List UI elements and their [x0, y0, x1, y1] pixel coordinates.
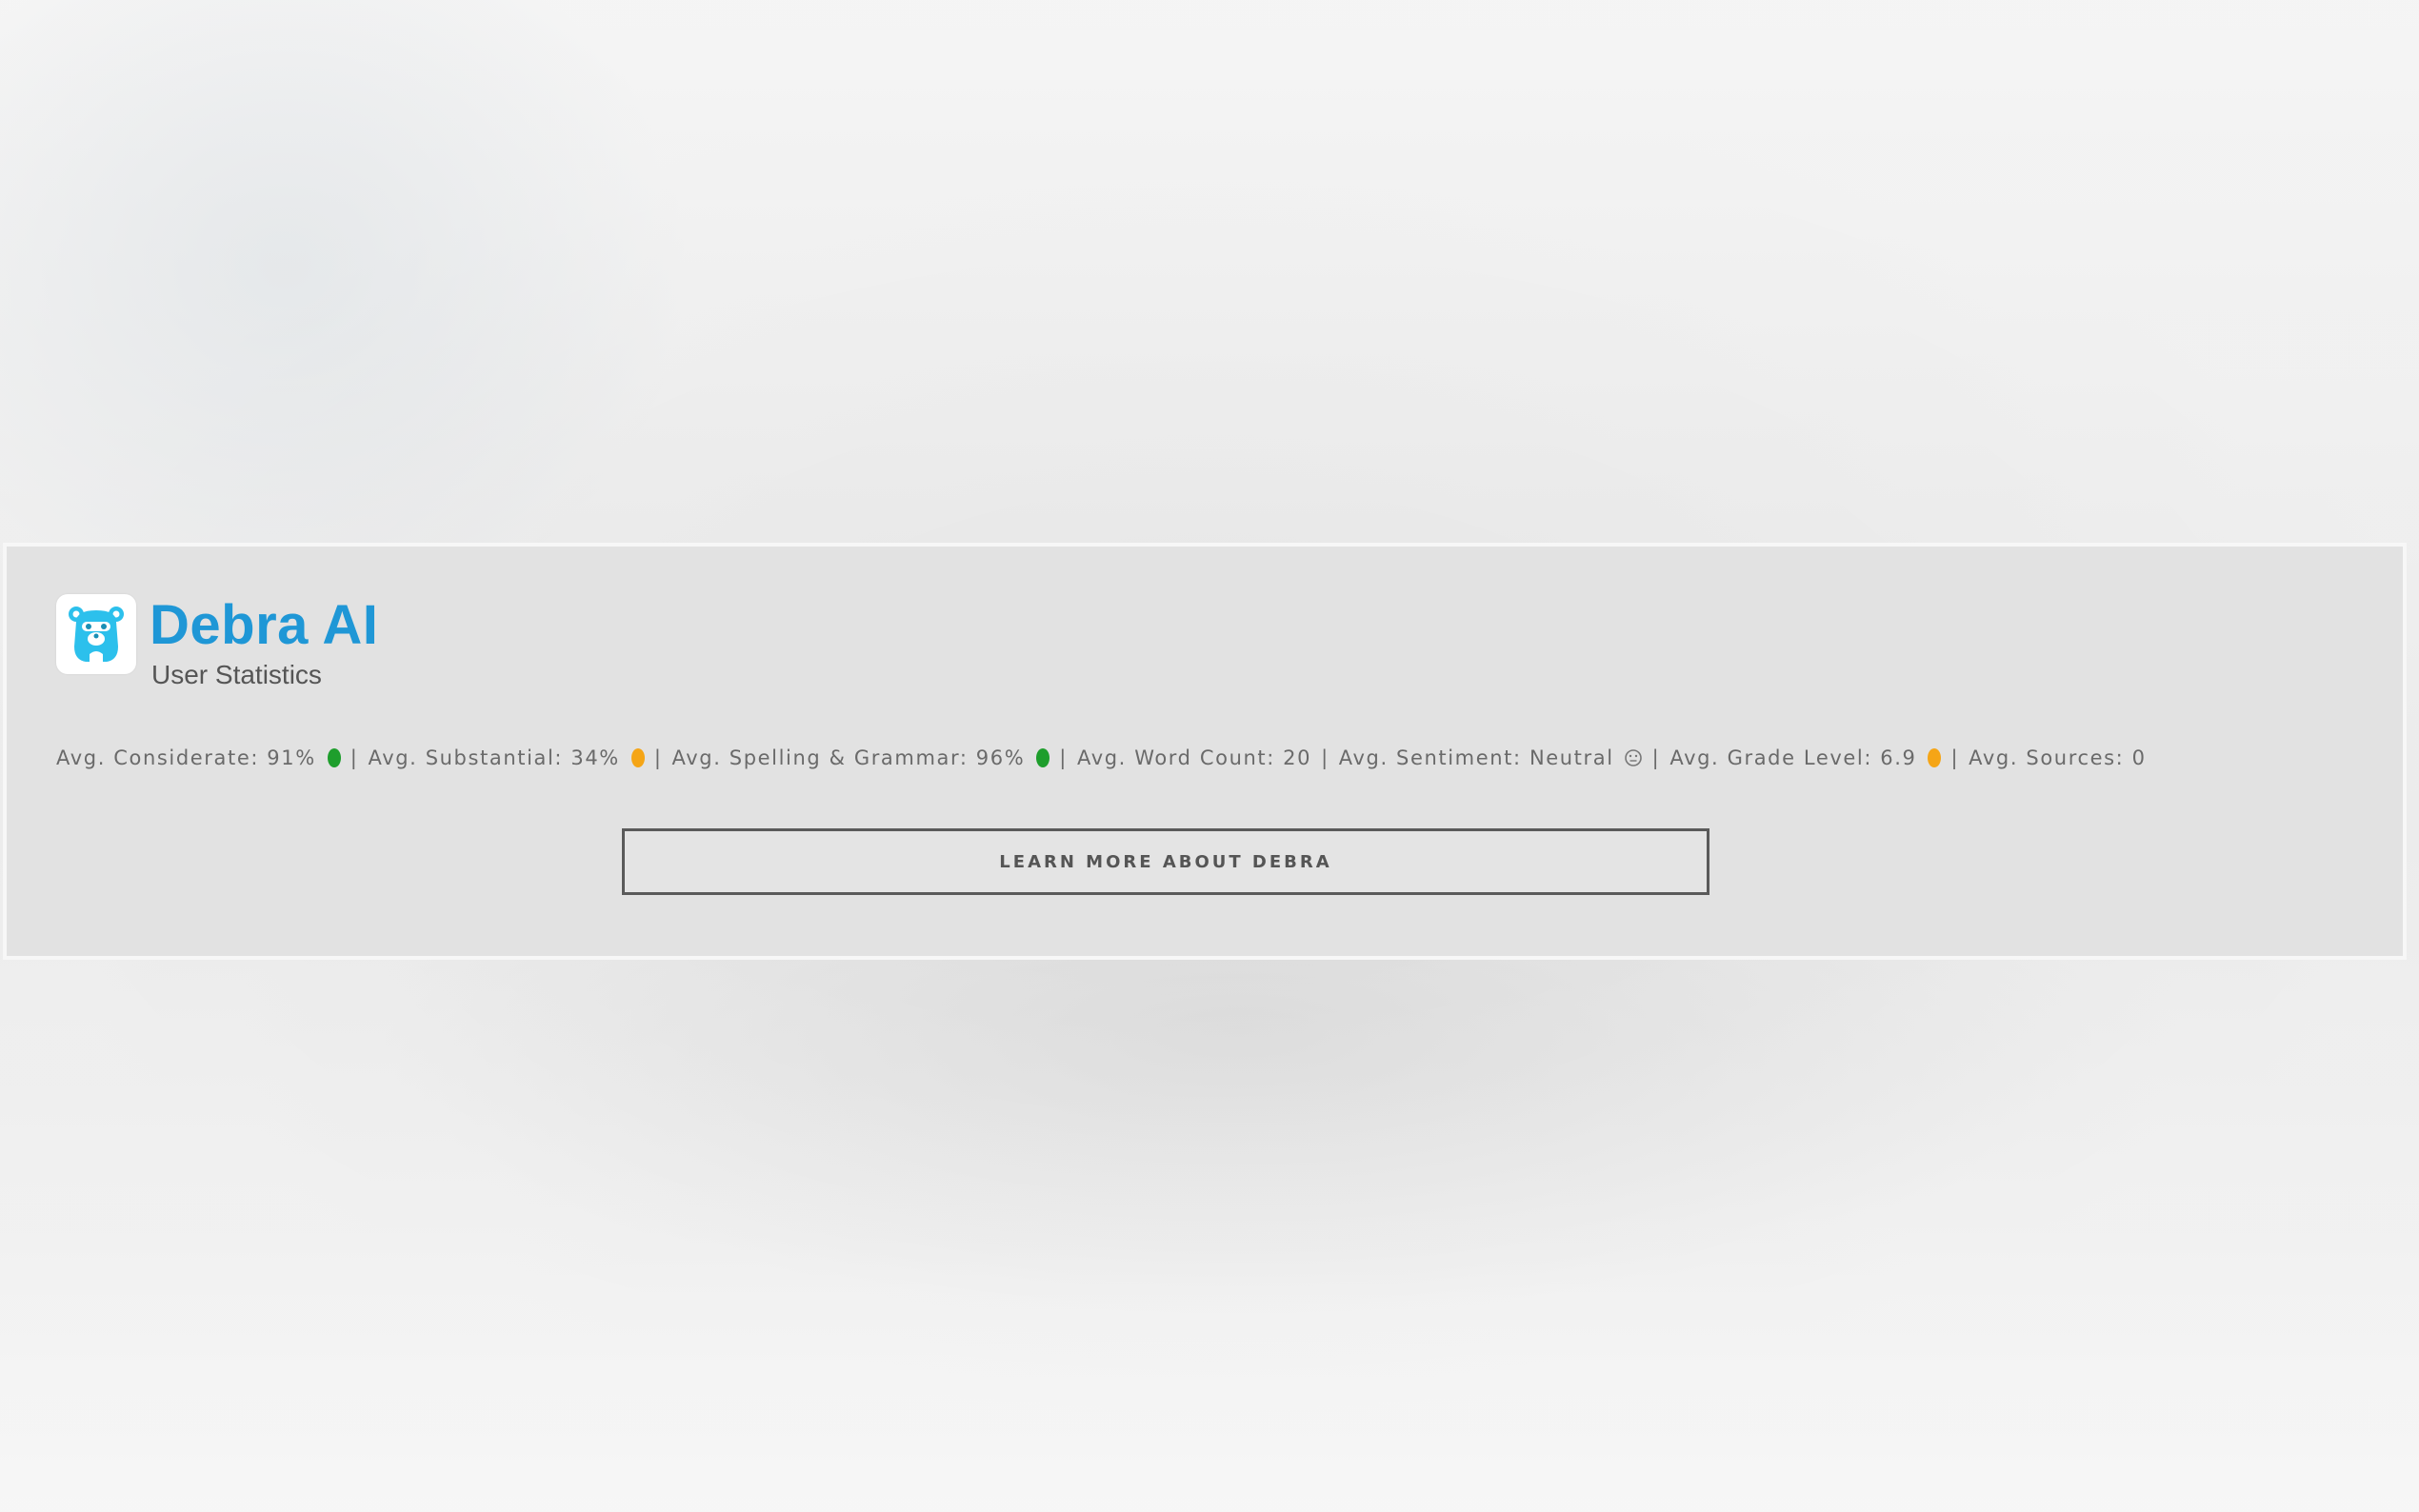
stat-label: Avg. Sentiment: Neutral: [1338, 746, 1614, 769]
stat-separator: |: [350, 746, 359, 769]
stat-label: Avg. Considerate: 91%: [56, 746, 316, 769]
app-logo: [56, 594, 136, 674]
status-dot-green: [327, 748, 341, 767]
stat-sources: Avg. Sources: 0: [1969, 746, 2146, 769]
status-dot-orange: [630, 748, 645, 767]
page-subtitle: User Statistics: [151, 660, 322, 689]
card-header: Debra AI User Statistics: [56, 594, 378, 691]
status-dot-green: [1036, 748, 1050, 767]
status-dot-orange: [1928, 748, 1942, 767]
stat-separator: |: [1321, 746, 1329, 769]
stat-separator: |: [1651, 746, 1661, 769]
neutral-face-icon: [1624, 748, 1643, 767]
stat-separator: |: [1950, 746, 1960, 769]
stat-word-count: Avg. Word Count: 20: [1077, 746, 1311, 769]
stats-summary: Avg. Considerate: 91% | Avg. Substantial…: [56, 746, 2147, 769]
stat-substantial: Avg. Substantial: 34%: [368, 746, 645, 769]
app-title: Debra AI: [150, 594, 379, 656]
title-block: Debra AI User Statistics: [150, 594, 378, 691]
stat-sentiment: Avg. Sentiment: Neutral: [1339, 746, 1643, 769]
stat-considerate: Avg. Considerate: 91%: [56, 746, 341, 769]
bear-icon: [69, 607, 124, 664]
stat-grade-level: Avg. Grade Level: 6.9: [1669, 746, 1942, 769]
stat-label: Avg. Spelling & Grammar: 96%: [671, 746, 1026, 769]
stat-label: Avg. Word Count: 20: [1076, 746, 1312, 769]
stat-spelling-grammar: Avg. Spelling & Grammar: 96%: [672, 746, 1050, 769]
stats-card: Debra AI User Statistics Avg. Considerat…: [3, 543, 2407, 960]
stat-label: Avg. Sources: 0: [1969, 746, 2147, 769]
stat-label: Avg. Substantial: 34%: [368, 746, 620, 769]
learn-more-button[interactable]: LEARN MORE ABOUT DEBRA: [622, 828, 1709, 895]
stat-separator: |: [1059, 746, 1068, 769]
stat-separator: |: [653, 746, 663, 769]
stat-label: Avg. Grade Level: 6.9: [1669, 746, 1917, 769]
